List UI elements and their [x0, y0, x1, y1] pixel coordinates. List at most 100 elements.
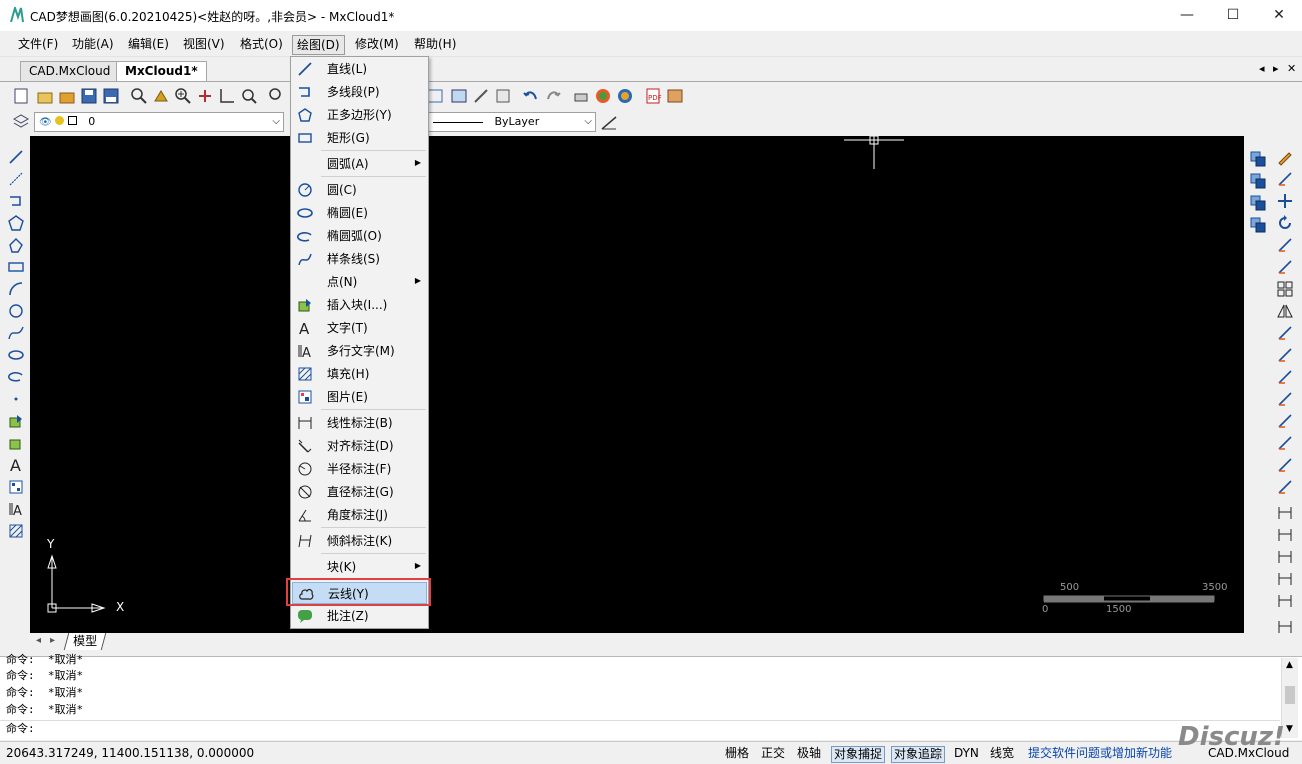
hatch-icon[interactable]	[7, 478, 25, 496]
draw-menu-item[interactable]: A 多行文字(M)	[292, 340, 427, 362]
print-icon[interactable]	[572, 87, 590, 105]
menu-modify[interactable]: 修改(M)	[351, 35, 403, 55]
insert-block-icon[interactable]	[7, 412, 25, 430]
rotate-icon[interactable]	[1276, 214, 1294, 232]
menu-view[interactable]: 视图(V)	[179, 35, 229, 55]
construction-line-icon[interactable]	[7, 170, 25, 188]
rectangle-icon[interactable]	[7, 258, 25, 276]
lineweight-icon[interactable]	[600, 113, 618, 131]
spline-icon[interactable]	[7, 324, 25, 342]
draw-menu-item[interactable]: 矩形(G)	[292, 127, 427, 149]
save-icon[interactable]	[80, 87, 98, 105]
zoom-window-icon[interactable]	[130, 87, 148, 105]
save-all-icon[interactable]	[102, 87, 120, 105]
menu-help[interactable]: 帮助(H)	[410, 35, 460, 55]
maximize-button[interactable]: ☐	[1210, 0, 1256, 31]
array-icon[interactable]	[1276, 280, 1294, 298]
properties-icon[interactable]	[450, 87, 468, 105]
linear-dim-icon[interactable]	[1276, 504, 1294, 522]
line-icon[interactable]	[7, 148, 25, 166]
draw-menu-item[interactable]: 椭圆(E)	[292, 202, 427, 224]
draw-menu-item[interactable]: 块(K) ▶	[292, 556, 427, 578]
radius-dim-icon[interactable]	[1276, 548, 1294, 566]
explode-icon[interactable]	[1276, 434, 1294, 452]
polyline-icon[interactable]	[7, 192, 25, 210]
layers-icon[interactable]	[12, 113, 30, 131]
open-file-icon[interactable]	[36, 87, 54, 105]
draw-menu-item[interactable]: 直径标注(G)	[292, 481, 427, 503]
mtext-icon[interactable]: A	[7, 500, 25, 518]
oblique-dim-icon[interactable]	[1276, 618, 1294, 636]
break-icon[interactable]	[1276, 390, 1294, 408]
tab-cad-mxcloud[interactable]: CAD.MxCloud	[20, 61, 120, 81]
circle-icon[interactable]	[7, 302, 25, 320]
grid-toggle[interactable]: 栅格	[723, 746, 751, 763]
lineweight-toggle[interactable]: 线宽	[988, 746, 1016, 763]
make-block-icon[interactable]	[7, 434, 25, 452]
zoom-extents-icon[interactable]	[240, 87, 258, 105]
tab-scroll-left-icon[interactable]: ◂	[1259, 62, 1265, 75]
draw-menu-item[interactable]: 圆(C)	[292, 179, 427, 201]
polar-toggle[interactable]: 极轴	[795, 746, 823, 763]
text-icon[interactable]: A	[7, 456, 25, 474]
ortho-toggle[interactable]: 正交	[759, 746, 787, 763]
point-icon[interactable]	[7, 390, 25, 408]
bring-above-icon[interactable]	[1249, 194, 1267, 212]
trim-icon[interactable]	[1276, 324, 1294, 342]
zoom-realtime-icon[interactable]	[152, 87, 170, 105]
layer-select[interactable]: 👁 0 ⌵	[34, 112, 284, 132]
draw-menu-item[interactable]: 圆弧(A) ▶	[292, 153, 427, 175]
image-export-icon[interactable]	[666, 87, 684, 105]
new-file-icon[interactable]	[12, 87, 30, 105]
ellipse-arc-icon[interactable]	[7, 368, 25, 386]
layout-next-icon[interactable]: ▸	[50, 635, 55, 646]
draw-menu-item[interactable]: 样条线(S)	[292, 248, 427, 270]
scroll-thumb[interactable]	[1285, 686, 1295, 704]
web-color-icon[interactable]	[594, 87, 612, 105]
model-tab[interactable]: 模型	[63, 633, 107, 650]
drawing-canvas[interactable]: X Y 500 3500 0 1500	[30, 136, 1244, 633]
tab-mxcloud1[interactable]: MxCloud1*	[116, 61, 207, 81]
draw-menu-item[interactable]: 角度标注(J)	[292, 504, 427, 526]
zoom-previous-icon[interactable]	[268, 87, 286, 105]
tab-close-icon[interactable]: ✕	[1287, 62, 1296, 75]
ucs-icon[interactable]	[218, 87, 236, 105]
diameter-dim-icon[interactable]	[1276, 570, 1294, 588]
otrack-toggle[interactable]: 对象追踪	[891, 746, 946, 763]
menu-format[interactable]: 格式(O)	[236, 35, 287, 55]
layer-manager-icon[interactable]	[494, 87, 512, 105]
ellipse-icon[interactable]	[7, 346, 25, 364]
extend-icon[interactable]	[1276, 412, 1294, 430]
draw-menu-item[interactable]: 插入块(I...)	[292, 294, 427, 316]
join-icon[interactable]	[1276, 478, 1294, 496]
draw-menu-item[interactable]: 填充(H)	[292, 363, 427, 385]
scale-icon[interactable]	[1276, 236, 1294, 254]
draw-menu-item[interactable]: 椭圆弧(O)	[292, 225, 427, 247]
feedback-link[interactable]: 提交软件问题或增加新功能	[1026, 746, 1174, 763]
linetype-select[interactable]: ByLayer ⌵	[428, 112, 596, 132]
hatch-pattern-icon[interactable]	[7, 522, 25, 540]
angle-dim-icon[interactable]	[1276, 592, 1294, 610]
pentagon-icon[interactable]	[7, 236, 25, 254]
fillet-icon[interactable]	[1276, 346, 1294, 364]
draw-menu-item[interactable]: 对齐标注(D)	[292, 435, 427, 457]
draw-menu-item[interactable]: 线性标注(B)	[292, 412, 427, 434]
send-under-icon[interactable]	[1249, 216, 1267, 234]
draw-menu-item[interactable]: 批注(Z)	[292, 605, 427, 627]
arc-icon[interactable]	[7, 280, 25, 298]
scroll-up-icon[interactable]: ▲	[1286, 660, 1293, 670]
polygon-icon[interactable]	[7, 214, 25, 232]
aligned-dim-icon[interactable]	[1276, 526, 1294, 544]
redo-icon[interactable]	[544, 87, 562, 105]
scroll-down-icon[interactable]: ▼	[1286, 724, 1293, 734]
draw-menu-item[interactable]: 多线段(P)	[292, 81, 427, 103]
chamfer-icon[interactable]	[1276, 368, 1294, 386]
dyn-toggle[interactable]: DYN	[952, 746, 981, 763]
open-template-icon[interactable]	[58, 87, 76, 105]
send-back-icon[interactable]	[1249, 172, 1267, 190]
web-globe-icon[interactable]	[616, 87, 634, 105]
layout-prev-icon[interactable]: ◂	[36, 635, 41, 646]
menu-function[interactable]: 功能(A)	[68, 35, 118, 55]
command-prompt[interactable]: 命令:	[6, 721, 35, 737]
draw-menu-item[interactable]: 图片(E)	[292, 386, 427, 408]
